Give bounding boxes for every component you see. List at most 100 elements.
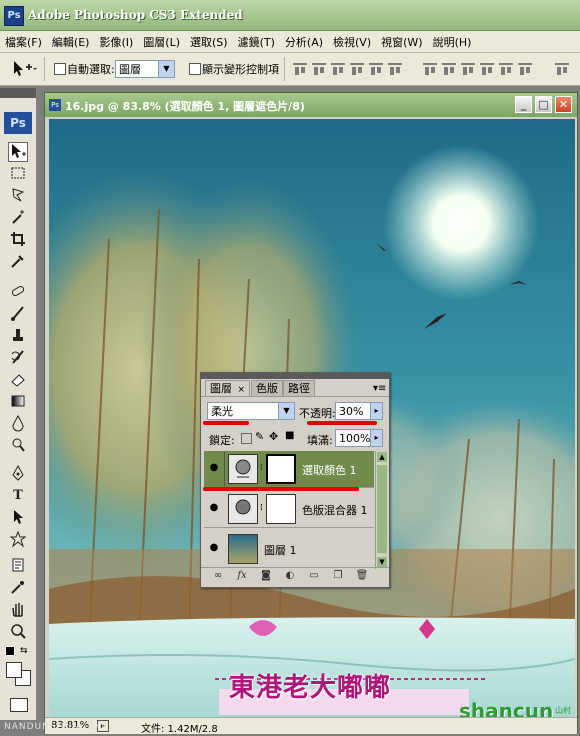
layer-row-separator	[224, 451, 225, 487]
scroll-thumb[interactable]	[377, 465, 387, 553]
menu-item[interactable]: 視窗(W)	[376, 34, 427, 50]
healing-brush-tool-icon[interactable]	[8, 282, 28, 302]
panel-menu-icon[interactable]: ▾≡	[373, 383, 386, 394]
eye-icon[interactable]: ●	[208, 462, 220, 474]
foreground-color-swatch[interactable]	[6, 662, 22, 678]
eraser-tool-icon[interactable]	[8, 370, 28, 390]
pen-tool-icon[interactable]	[8, 464, 28, 484]
distribute-vertical-center-icon[interactable]	[441, 62, 457, 76]
align-left-icon[interactable]	[349, 62, 365, 76]
move-tool-icon[interactable]	[8, 142, 28, 162]
toolbox-header[interactable]	[0, 88, 36, 98]
swap-colors-icon[interactable]: ⇆	[20, 646, 28, 656]
default-colors-icon[interactable]	[5, 646, 15, 656]
chain-link-icon[interactable]: ⁞	[260, 463, 263, 473]
history-brush-tool-icon[interactable]	[8, 348, 28, 368]
path-selection-tool-icon[interactable]	[8, 508, 28, 528]
menu-item[interactable]: 檔案(F)	[0, 34, 47, 50]
blend-mode-dropdown[interactable]: 柔光 ▼	[207, 402, 295, 420]
auto-select-value: 圖層	[119, 63, 141, 76]
notes-tool-icon[interactable]	[8, 556, 28, 576]
eye-icon[interactable]: ●	[208, 542, 220, 554]
menu-bar: 檔案(F) 編輯(E) 影像(I) 圖層(L) 選取(S) 濾鏡(T) 分析(A) 檢視(V)…	[0, 31, 580, 53]
show-transform-controls-checkbox[interactable]	[189, 63, 201, 75]
menu-item[interactable]: 影像(I)	[94, 34, 138, 50]
auto-select-dropdown[interactable]: 圖層 ▼	[115, 60, 175, 78]
gradient-tool-icon[interactable]	[8, 392, 28, 412]
type-tool-icon[interactable]: T	[8, 486, 28, 506]
scroll-up-icon[interactable]: ▲	[377, 452, 387, 462]
align-right-icon[interactable]	[387, 62, 403, 76]
dodge-tool-icon[interactable]	[8, 436, 28, 456]
custom-shape-tool-icon[interactable]	[8, 530, 28, 550]
site-watermark-left: NANDUNSOUN.COM	[4, 722, 108, 732]
auto-select-checkbox[interactable]	[54, 63, 66, 75]
adjustment-layer-icon[interactable]: ◐	[283, 569, 297, 583]
new-layer-icon[interactable]: ❐	[331, 569, 345, 583]
zoom-tool-icon[interactable]	[8, 622, 28, 642]
marquee-tool-icon[interactable]	[8, 164, 28, 184]
lock-position-icon[interactable]: ✥	[269, 430, 278, 443]
move-tool-preset-icon[interactable]	[8, 59, 38, 79]
hand-tool-icon[interactable]	[8, 600, 28, 620]
layer-row[interactable]: ● 圖層 1	[204, 531, 374, 567]
opacity-input[interactable]: 30% ▸	[335, 402, 383, 420]
scroll-down-icon[interactable]: ▼	[377, 557, 387, 567]
lock-transparency-icon[interactable]	[241, 433, 252, 444]
distribute-left-icon[interactable]	[479, 62, 495, 76]
lock-image-icon[interactable]: ✎	[255, 430, 264, 443]
photoshop-logo[interactable]: Ps	[4, 112, 32, 134]
lock-all-icon[interactable]: ■	[285, 430, 294, 441]
distribute-bottom-icon[interactable]	[460, 62, 476, 76]
fill-input[interactable]: 100% ▸	[335, 429, 383, 447]
menu-item[interactable]: 檢視(V)	[328, 34, 376, 50]
align-top-icon[interactable]	[292, 62, 308, 76]
new-group-icon[interactable]: ▭	[307, 569, 321, 583]
link-layers-icon[interactable]: ∞	[211, 569, 225, 583]
layer-name: 色版混合器 1	[302, 504, 368, 517]
tab-channels[interactable]: 色版	[251, 380, 283, 397]
crop-tool-icon[interactable]	[8, 230, 28, 250]
clone-stamp-tool-icon[interactable]	[8, 326, 28, 346]
lasso-tool-icon[interactable]	[8, 186, 28, 206]
close-icon[interactable]: ×	[238, 385, 246, 395]
eyedropper-sampler-tool-icon[interactable]	[8, 578, 28, 598]
layer-mask-thumbnail[interactable]	[266, 454, 296, 484]
chain-link-icon[interactable]: ⁞	[260, 503, 263, 513]
menu-item[interactable]: 選取(S)	[185, 34, 233, 50]
distribute-top-icon[interactable]	[422, 62, 438, 76]
menu-item[interactable]: 分析(A)	[280, 34, 328, 50]
brush-tool-icon[interactable]	[8, 304, 28, 324]
toolbox: Ps T ⇆	[0, 88, 37, 720]
layer-row[interactable]: ● ⁞ 色版混合器 1	[204, 491, 374, 528]
document-title-bar[interactable]: Ps 16.jpg @ 83.8% (選取顏色 1, 圖層遮色片/8) _ □ …	[45, 93, 577, 117]
tab-layers[interactable]: 圖層 ×	[205, 380, 251, 397]
minimize-button[interactable]: _	[515, 96, 532, 113]
eyedropper-tool-icon[interactable]	[8, 252, 28, 272]
menu-item[interactable]: 說明(H)	[428, 34, 477, 50]
photoshop-app-icon: Ps	[4, 6, 24, 26]
distribute-horizontal-center-icon[interactable]	[498, 62, 514, 76]
quick-mask-icon[interactable]	[10, 698, 28, 712]
eye-icon[interactable]: ●	[208, 502, 220, 514]
menu-item[interactable]: 圖層(L)	[138, 34, 185, 50]
align-vertical-center-icon[interactable]	[311, 62, 327, 76]
auto-align-icon[interactable]	[554, 62, 570, 76]
close-button[interactable]: ✕	[555, 96, 572, 113]
align-horizontal-center-icon[interactable]	[368, 62, 384, 76]
layer-row[interactable]: ● ⁞ 選取顏色 1	[204, 451, 374, 488]
blur-tool-icon[interactable]	[8, 414, 28, 434]
layer-style-icon[interactable]: fx	[235, 569, 249, 583]
magic-wand-tool-icon[interactable]	[8, 208, 28, 228]
maximize-button[interactable]: □	[535, 96, 552, 113]
menu-item[interactable]: 濾鏡(T)	[233, 34, 280, 50]
layer-mask-thumbnail[interactable]	[266, 494, 296, 524]
align-bottom-icon[interactable]	[330, 62, 346, 76]
layer-list-scrollbar[interactable]: ▲ ▼	[375, 451, 388, 569]
menu-item[interactable]: 編輯(E)	[47, 34, 95, 50]
panel-header[interactable]	[201, 373, 389, 379]
trash-icon[interactable]: 🗑	[355, 569, 369, 583]
tab-paths[interactable]: 路徑	[283, 380, 315, 397]
add-mask-icon[interactable]: ◙	[259, 569, 273, 583]
distribute-right-icon[interactable]	[517, 62, 533, 76]
